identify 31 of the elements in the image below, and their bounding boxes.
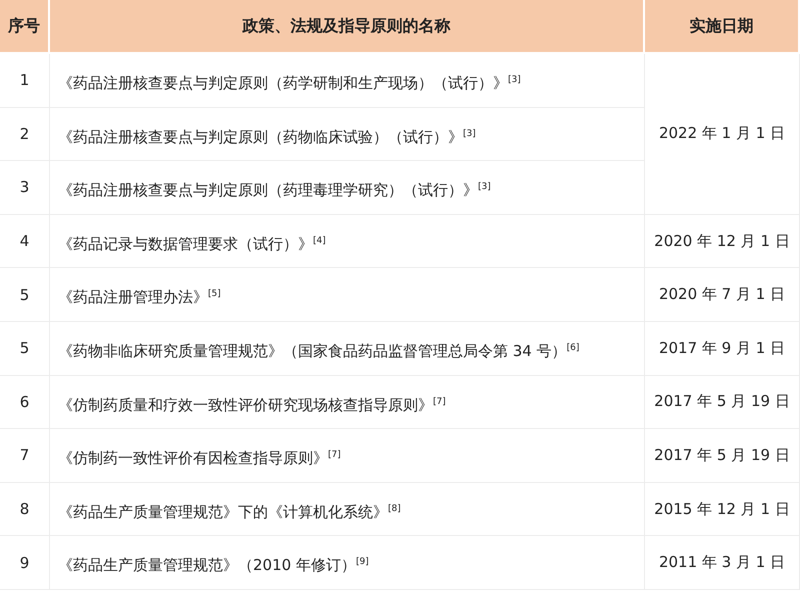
table-cell: 4 [0, 214, 50, 268]
table-cell: 《仿制药质量和疗效一致性评价研究现场核查指导原则》$^{[7]}$ [50, 376, 645, 430]
table-cell: 《药品注册管理办法》$^{[5]}$ [50, 268, 645, 322]
header-cell: 政策、法规及指导原则的名称 [50, 0, 645, 54]
table-cell: 9 [0, 536, 50, 590]
header-cell: 序号 [0, 0, 50, 54]
table-cell: 《药品生产质量管理规范》下的《计算机化系统》$^{[8]}$ [50, 482, 645, 536]
table-cell: 5 [0, 322, 50, 376]
table-cell: 2017 年 5 月 19 日 [645, 376, 800, 430]
table-cell: 2020 年 7 月 1 日 [645, 268, 800, 322]
table-cell: 《仿制药一致性评价有因检查指导原则》$^{[7]}$ [50, 429, 645, 483]
table-cell: 《药品生产质量管理规范》（2010 年修订）$^{[9]}$ [50, 536, 645, 590]
table-cell: 8 [0, 482, 50, 536]
table-cell: 1 [0, 54, 50, 108]
table-cell: 2 [0, 108, 50, 162]
table-cell: 2015 年 12 月 1 日 [645, 482, 800, 536]
table-cell: 2011 年 3 月 1 日 [645, 536, 800, 590]
table-cell: 《药品注册核查要点与判定原则（药学研制和生产现场）（试行）》$^{[3]}$ [50, 54, 645, 108]
header-cell: 实施日期 [645, 0, 800, 54]
table-cell: 7 [0, 429, 50, 483]
table-cell: 2022 年 1 月 1 日 [645, 54, 800, 215]
table-cell: 《药物非临床研究质量管理规范》（国家食品药品监督管理总局令第 34 号）$^{[6]}$ [50, 322, 645, 376]
table-cell: 2017 年 5 月 19 日 [645, 429, 800, 483]
table-cell: 6 [0, 376, 50, 430]
table-cell: 5 [0, 268, 50, 322]
table-cell: 2020 年 12 月 1 日 [645, 214, 800, 268]
table-cell: 《药品记录与数据管理要求（试行）》$^{[4]}$ [50, 214, 645, 268]
table-cell: 《药品注册核查要点与判定原则（药理毒理学研究）（试行）》$^{[3]}$ [50, 161, 645, 215]
table-cell: 《药品注册核查要点与判定原则（药物临床试验）（试行）》$^{[3]}$ [50, 108, 645, 162]
table-cell: 2017 年 9 月 1 日 [645, 322, 800, 376]
table-cell: 3 [0, 161, 50, 215]
